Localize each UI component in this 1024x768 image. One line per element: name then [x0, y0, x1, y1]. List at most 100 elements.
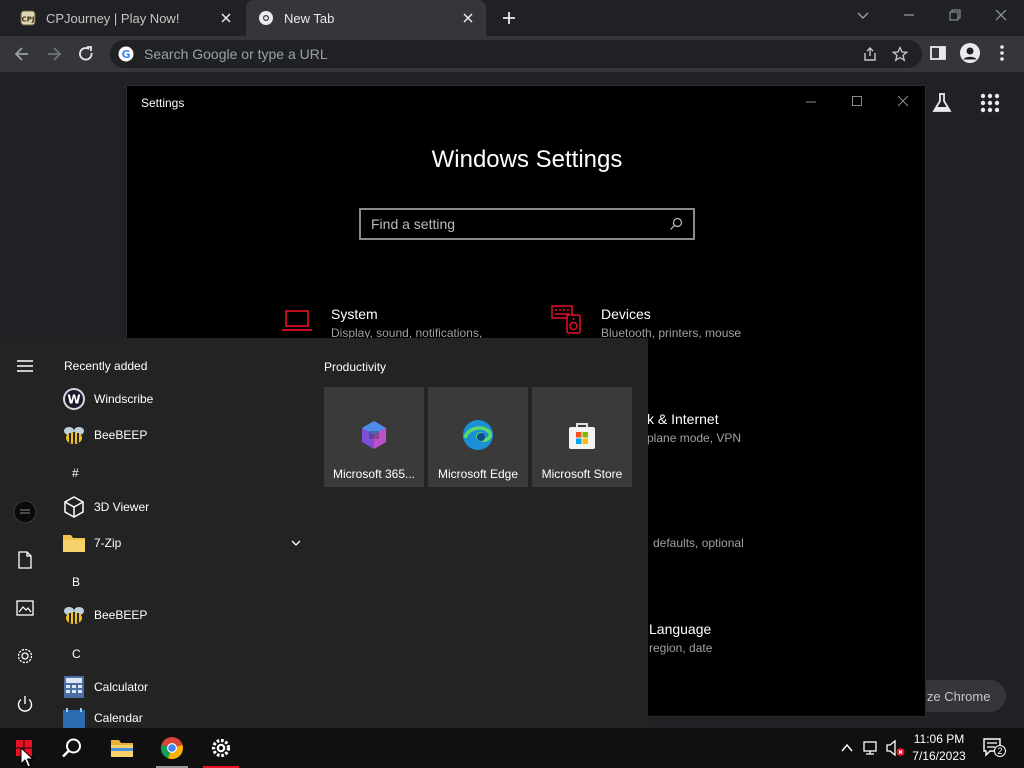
- category-title: System: [331, 306, 378, 322]
- calculator-icon: [62, 675, 86, 699]
- category-title: k & Internet: [647, 411, 719, 427]
- category-title: Language: [649, 621, 712, 637]
- google-apps-grid-icon[interactable]: [980, 93, 1000, 113]
- settings-gear-icon: [211, 738, 231, 758]
- find-setting-input[interactable]: Find a setting: [359, 208, 695, 240]
- minimize-icon[interactable]: [902, 8, 916, 22]
- tile-microsoft-store[interactable]: Microsoft Store: [532, 387, 632, 487]
- bookmark-star-icon[interactable]: [892, 46, 908, 62]
- letter-header-hash[interactable]: #: [72, 466, 79, 480]
- svg-text:CPJ: CPJ: [22, 16, 35, 24]
- power-icon[interactable]: [13, 692, 37, 716]
- new-tab-icon[interactable]: [500, 9, 518, 27]
- close-tab-icon[interactable]: [460, 10, 476, 26]
- documents-icon[interactable]: [13, 548, 37, 572]
- labs-flask-icon[interactable]: [931, 92, 953, 114]
- app-label: 3D Viewer: [94, 500, 150, 514]
- tile-microsoft-edge[interactable]: Microsoft Edge: [428, 387, 528, 487]
- settings-category-network[interactable]: k & Internet plane mode, VPN: [647, 411, 741, 445]
- user-avatar-icon[interactable]: [13, 500, 37, 524]
- recently-added-heading: Recently added: [64, 359, 148, 373]
- tile-microsoft-365[interactable]: Microsoft 365...: [324, 387, 424, 487]
- pictures-icon[interactable]: [13, 596, 37, 620]
- mouse-cursor-icon: [20, 747, 34, 768]
- settings-close-icon[interactable]: [897, 95, 909, 107]
- bee-icon: [62, 603, 86, 627]
- svg-text:G: G: [121, 48, 130, 61]
- settings-category-devices[interactable]: Devices Bluetooth, printers, mouse: [601, 306, 741, 340]
- chevron-down-icon[interactable]: [290, 537, 302, 549]
- settings-category-time-language[interactable]: Language region, date: [649, 621, 712, 655]
- settings-heading: Windows Settings: [431, 146, 623, 173]
- file-explorer-icon: [111, 740, 133, 757]
- chrome-taskbar-button[interactable]: [148, 728, 196, 768]
- settings-category-apps[interactable]: defaults, optional: [653, 536, 744, 550]
- app-label: 7-Zip: [94, 536, 122, 550]
- microsoft-365-icon: [358, 419, 390, 451]
- search-button[interactable]: [48, 728, 96, 768]
- app-item-windscribe[interactable]: W Windscribe: [62, 384, 153, 414]
- app-item-7zip-folder[interactable]: 7-Zip: [62, 528, 302, 558]
- letter-header-b[interactable]: B: [72, 575, 80, 589]
- tab-title: New Tab: [284, 10, 335, 26]
- side-panel-icon[interactable]: [929, 44, 947, 62]
- clock-date: 7/16/2023: [912, 749, 966, 763]
- laptop-icon: [281, 308, 313, 334]
- file-explorer-button[interactable]: [98, 728, 146, 768]
- settings-maximize-icon[interactable]: [851, 95, 863, 107]
- share-icon[interactable]: [862, 46, 878, 62]
- clock-time: 11:06 PM: [913, 732, 965, 746]
- chrome-icon: [160, 737, 183, 760]
- network-icon[interactable]: [862, 740, 880, 756]
- app-label: BeeBEEP: [94, 608, 148, 622]
- settings-minimize-icon[interactable]: [805, 96, 817, 108]
- tile-label: Microsoft Store: [541, 467, 623, 481]
- taskbar: 11:06 PM 7/16/2023 2: [0, 728, 1024, 768]
- restore-icon[interactable]: [948, 8, 962, 22]
- app-list: Recently added W Windscribe BeeBEEP # 3D…: [50, 338, 310, 728]
- chrome-menu-icon[interactable]: [996, 44, 1008, 62]
- app-label: Calendar: [94, 711, 143, 725]
- notification-count-badge: 2: [994, 745, 1006, 757]
- reload-icon[interactable]: [76, 44, 96, 64]
- google-icon: G: [118, 46, 134, 62]
- cpjourney-favicon-icon: CPJ: [20, 10, 36, 26]
- taskbar-search-icon: [62, 738, 81, 758]
- devices-keyboard-speaker-icon: [551, 303, 583, 335]
- app-item-beebeep[interactable]: BeeBEEP: [62, 600, 147, 630]
- category-description: plane mode, VPN: [647, 431, 742, 445]
- omnibox[interactable]: G Search Google or type a URL: [110, 40, 922, 68]
- category-title: Devices: [601, 306, 651, 322]
- letter-header-c[interactable]: C: [72, 647, 81, 661]
- bee-icon: [62, 423, 86, 447]
- tile-label: Microsoft Edge: [437, 467, 519, 481]
- settings-category-system[interactable]: System Display, sound, notifications,: [331, 306, 482, 340]
- tab-search-chevron-icon[interactable]: [856, 8, 870, 22]
- hamburger-menu-icon[interactable]: [13, 354, 37, 378]
- back-icon[interactable]: [12, 44, 32, 64]
- windscribe-icon: W: [62, 387, 86, 411]
- cube-3d-icon: [62, 495, 86, 519]
- app-item-beebeep[interactable]: BeeBEEP: [62, 420, 147, 450]
- find-setting-placeholder: Find a setting: [371, 216, 456, 232]
- app-label: BeeBEEP: [94, 428, 148, 442]
- store-bag-icon: [566, 419, 598, 451]
- category-description: region, date: [649, 641, 713, 655]
- show-hidden-icons-chevron-icon[interactable]: [840, 741, 854, 755]
- calendar-icon: [62, 708, 86, 728]
- action-center-button[interactable]: 2: [982, 737, 1006, 759]
- settings-gear-icon[interactable]: [13, 644, 37, 668]
- app-item-calendar[interactable]: Calendar: [62, 708, 143, 728]
- close-window-icon[interactable]: [994, 8, 1008, 22]
- omnibox-placeholder: Search Google or type a URL: [144, 46, 328, 62]
- settings-taskbar-button[interactable]: [197, 728, 245, 768]
- app-item-3d-viewer[interactable]: 3D Viewer: [62, 492, 149, 522]
- forward-icon[interactable]: [44, 44, 64, 64]
- app-item-calculator[interactable]: Calculator: [62, 672, 148, 702]
- svg-text:W: W: [67, 393, 80, 407]
- tab-new-tab[interactable]: New Tab: [246, 0, 486, 36]
- profile-avatar-icon[interactable]: [959, 42, 981, 64]
- close-tab-icon[interactable]: [218, 10, 234, 26]
- taskbar-clock[interactable]: 11:06 PM 7/16/2023: [900, 731, 978, 765]
- tab-cpjourney[interactable]: CPJ CPJourney | Play Now!: [8, 0, 244, 36]
